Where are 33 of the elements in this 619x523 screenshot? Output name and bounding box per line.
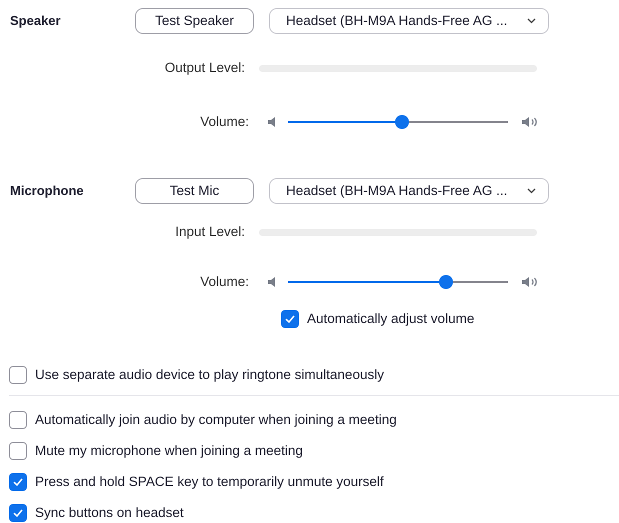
checkbox-label: Mute my microphone when joining a meeting [35,442,303,460]
section-title: Speaker [9,12,62,30]
checkbox[interactable] [9,410,27,429]
section-title: Microphone [9,182,85,200]
volume-high-icon [521,276,539,288]
level-label: Output Level: [164,58,245,77]
volume-label: Volume: [199,112,249,131]
checkmark-icon [12,507,24,520]
chevron-down-icon [527,188,536,194]
volume-label: Volume: [199,272,249,291]
volume-high-icon [521,116,539,128]
level-label: Input Level: [174,222,245,241]
checkmark-icon [12,476,24,488]
device-dropdown[interactable]: Headset (BH-M9A Hands-Free AG ... [269,178,549,204]
device-dropdown[interactable]: Headset (BH-M9A Hands-Free AG ... [269,8,549,34]
checkbox[interactable] [281,310,299,328]
checkbox-label: Use separate audio device to play ringtone simultaneously [35,366,384,384]
checkbox-label: Automatically join audio by computer when joining a meeting [35,410,397,429]
test-button[interactable]: Test Speaker [135,8,254,34]
slider-thumb[interactable] [395,115,410,129]
checkmark-icon [284,313,296,326]
chevron-down-icon [527,18,536,24]
checkbox[interactable] [9,504,27,522]
volume-low-icon [267,276,276,288]
checkbox[interactable] [9,473,27,492]
test-button[interactable]: Test Mic [135,178,254,204]
checkbox[interactable] [9,366,27,384]
checkbox-label: Sync buttons on headset [35,504,184,522]
checkbox[interactable] [9,442,27,460]
checkbox-label: Press and hold SPACE key to temporarily unmute yourself [35,473,384,491]
volume-low-icon [267,116,276,128]
checkbox-label: Automatically adjust volume [307,310,474,328]
slider-thumb[interactable] [439,275,454,289]
